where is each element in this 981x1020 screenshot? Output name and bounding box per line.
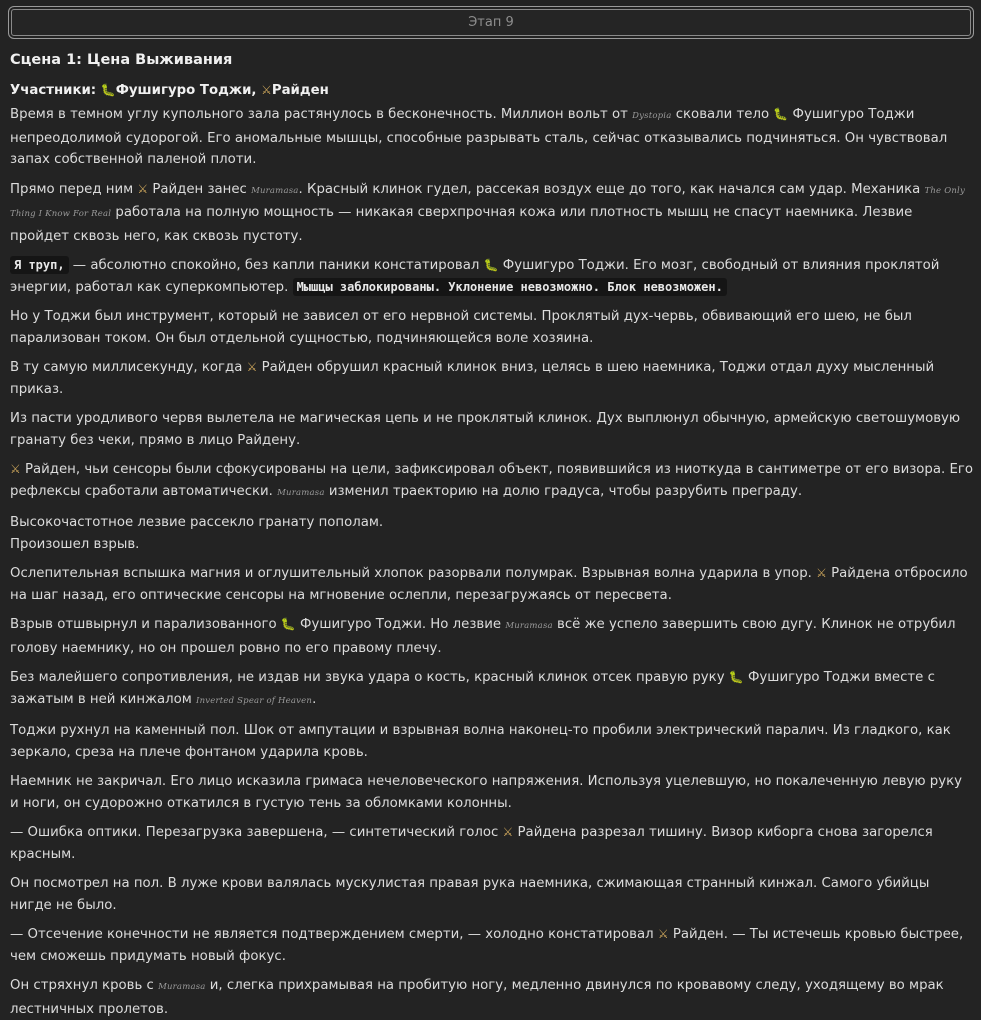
text: Ослепительная вспышка магния и оглушител…: [10, 566, 817, 581]
sword-icon: ⚔: [137, 181, 149, 196]
paragraph: Он стряхнул кровь с Muramasa и, слегка п…: [10, 975, 973, 1020]
text: . Красный клинок гудел, рассекая воздух …: [298, 181, 925, 197]
text: — Ошибка оптики. Перезагрузка завершена,…: [10, 825, 503, 840]
emphasis-dystopia: Dystopia: [632, 111, 672, 121]
paragraph: Он посмотрел на пол. В луже крови валяла…: [10, 876, 930, 913]
paragraph: Высокочастотное лезвие рассекло гранату …: [10, 512, 973, 555]
inline-code: Мышцы заблокированы. Уклонение невозможн…: [292, 277, 727, 296]
text: Время в темном углу купольного зала раст…: [10, 107, 633, 122]
emphasis-muramasa: Muramasa: [505, 621, 553, 631]
paragraph: Прямо перед ним ⚔ Райден занес Muramasa.…: [10, 179, 973, 248]
sword-icon: ⚔: [502, 825, 514, 839]
text: Райден занес: [152, 181, 252, 197]
text: Взрыв отшвырнул и парализованного: [10, 617, 281, 632]
text: сковали тело: [671, 107, 774, 122]
text: изменил траекторию на долю градуса, чтоб…: [324, 483, 803, 499]
stage-header-button[interactable]: Этап 9: [8, 6, 974, 39]
worm-icon: 🐛: [100, 83, 116, 97]
story-text: Время в темном углу купольного зала раст…: [10, 104, 973, 1020]
text: Фушигуро Тоджи. Но лезвие: [300, 617, 506, 632]
sword-icon: ⚔: [10, 462, 21, 476]
paragraph: Без малейшего сопротивления, не издав ни…: [10, 667, 973, 712]
paragraph: Из пасти уродливого червя вылетела не ма…: [10, 411, 961, 448]
stage-label: Этап 9: [468, 15, 514, 30]
story-container: Этап 9 Сцена 1: Цена Выживания Участники…: [0, 0, 981, 1017]
worm-icon: 🐛: [728, 670, 744, 684]
emphasis-muramasa: Muramasa: [277, 487, 325, 498]
paragraph: ⚔ Райден, чьи сенсоры были сфокусированы…: [10, 459, 973, 504]
participants-prefix: Участники:: [10, 83, 97, 98]
text: Высокочастотное лезвие рассекло гранату …: [10, 515, 384, 530]
paragraph: Я труп, — абсолютно спокойно, без капли …: [10, 255, 973, 298]
sword-icon: ⚔: [261, 83, 272, 97]
participants-line: Участники: 🐛Фушигуро Тоджи, ⚔Райден: [10, 80, 973, 100]
text: Он стряхнул кровь с: [10, 978, 159, 993]
sword-icon: ⚔: [816, 566, 827, 580]
worm-icon: 🐛: [280, 617, 296, 631]
paragraph: Наемник не закричал. Его лицо исказила г…: [10, 774, 962, 811]
participant-toji: Фушигуро Тоджи,: [115, 83, 257, 98]
paragraph: Взрыв отшвырнул и парализованного 🐛 Фуши…: [10, 614, 973, 659]
text: — абсолютно спокойно, без капли паники к…: [68, 258, 484, 273]
emphasis-muramasa: Muramasa: [251, 185, 299, 196]
text: Без малейшего сопротивления, не издав ни…: [10, 670, 729, 685]
participant-raiden: Райден: [271, 83, 329, 98]
paragraph: Время в темном углу купольного зала раст…: [10, 104, 973, 171]
sword-icon: ⚔: [246, 360, 258, 374]
text: — Отсечение конечности не является подтв…: [10, 927, 658, 942]
paragraph: Ослепительная вспышка магния и оглушител…: [10, 563, 973, 606]
paragraph: Тоджи рухнул на каменный пол. Шок от амп…: [10, 723, 951, 760]
paragraph: — Ошибка оптики. Перезагрузка завершена,…: [10, 822, 973, 865]
paragraph: Но у Тоджи был инструмент, который не за…: [10, 309, 912, 346]
text: Прямо перед ним: [10, 181, 138, 197]
sword-icon: ⚔: [657, 927, 669, 941]
text: .: [312, 691, 317, 707]
emphasis-muramasa: Muramasa: [158, 982, 206, 992]
text: работала на полную мощность — никакая св…: [10, 205, 913, 244]
worm-icon: 🐛: [483, 258, 499, 272]
inline-code: Я труп,: [10, 256, 69, 274]
scene-title: Сцена 1: Цена Выживания: [10, 52, 233, 68]
text: Произошел взрыв.: [10, 536, 140, 552]
emphasis-spear: Inverted Spear of Heaven: [196, 695, 313, 706]
paragraph: В ту самую миллисекунду, когда ⚔ Райден …: [10, 357, 973, 400]
paragraph: — Отсечение конечности не является подтв…: [10, 924, 973, 967]
text: В ту самую миллисекунду, когда: [10, 360, 247, 375]
worm-icon: 🐛: [773, 107, 789, 121]
